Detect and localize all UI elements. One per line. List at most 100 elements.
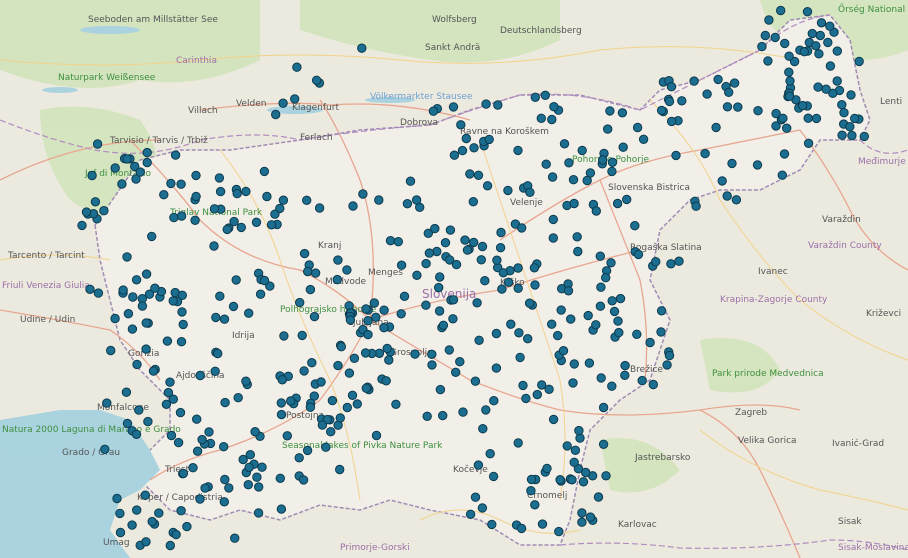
location-marker[interactable]	[176, 211, 187, 221]
location-marker[interactable]	[612, 198, 623, 209]
location-marker[interactable]	[132, 359, 142, 370]
location-marker[interactable]	[428, 106, 439, 116]
location-marker[interactable]	[232, 188, 242, 199]
location-marker[interactable]	[847, 130, 857, 141]
location-marker[interactable]	[832, 46, 842, 56]
location-marker[interactable]	[664, 96, 675, 107]
location-marker[interactable]	[309, 311, 320, 322]
location-marker[interactable]	[276, 409, 287, 420]
location-marker[interactable]	[215, 186, 226, 197]
location-marker[interactable]	[601, 471, 611, 481]
location-marker[interactable]	[711, 122, 721, 133]
location-marker[interactable]	[677, 96, 687, 106]
location-marker[interactable]	[135, 167, 146, 177]
location-marker[interactable]	[209, 204, 220, 214]
location-marker[interactable]	[277, 375, 287, 385]
location-marker[interactable]	[784, 91, 795, 101]
location-marker[interactable]	[784, 67, 794, 77]
location-marker[interactable]	[243, 480, 254, 490]
location-marker[interactable]	[374, 195, 384, 205]
location-marker[interactable]	[485, 449, 495, 459]
location-marker[interactable]	[480, 276, 490, 286]
location-marker[interactable]	[815, 30, 825, 41]
location-marker[interactable]	[171, 529, 181, 540]
location-marker[interactable]	[651, 257, 661, 267]
location-marker[interactable]	[493, 100, 503, 110]
location-marker[interactable]	[292, 62, 302, 72]
location-marker[interactable]	[779, 149, 790, 159]
location-marker[interactable]	[462, 245, 473, 255]
location-marker[interactable]	[257, 462, 267, 472]
location-marker[interactable]	[541, 159, 551, 169]
location-marker[interactable]	[664, 350, 675, 361]
location-marker[interactable]	[622, 194, 632, 205]
location-marker[interactable]	[106, 345, 116, 356]
location-marker[interactable]	[549, 102, 559, 112]
location-marker[interactable]	[470, 376, 481, 386]
location-marker[interactable]	[427, 349, 437, 359]
location-marker[interactable]	[780, 38, 790, 49]
location-marker[interactable]	[666, 259, 676, 269]
location-marker[interactable]	[241, 186, 251, 197]
location-marker[interactable]	[275, 473, 285, 483]
location-marker[interactable]	[477, 241, 488, 252]
location-marker[interactable]	[438, 320, 449, 330]
location-marker[interactable]	[562, 441, 572, 451]
location-marker[interactable]	[142, 147, 152, 158]
location-marker[interactable]	[131, 275, 142, 285]
location-marker[interactable]	[559, 139, 570, 149]
location-marker[interactable]	[241, 376, 251, 386]
location-marker[interactable]	[244, 308, 254, 318]
location-marker[interactable]	[461, 133, 471, 144]
location-marker[interactable]	[435, 272, 445, 282]
location-marker[interactable]	[691, 201, 701, 211]
location-marker[interactable]	[219, 314, 230, 324]
location-marker[interactable]	[548, 414, 559, 425]
location-marker[interactable]	[448, 102, 459, 112]
location-marker[interactable]	[854, 56, 864, 67]
location-marker[interactable]	[581, 467, 591, 478]
location-marker[interactable]	[577, 145, 587, 156]
location-marker[interactable]	[727, 158, 737, 169]
location-marker[interactable]	[384, 355, 394, 365]
location-marker[interactable]	[513, 438, 523, 448]
location-marker[interactable]	[344, 368, 355, 378]
location-marker[interactable]	[607, 381, 617, 391]
location-marker[interactable]	[700, 148, 710, 159]
location-marker[interactable]	[132, 505, 142, 515]
location-marker[interactable]	[473, 460, 484, 470]
location-marker[interactable]	[776, 5, 786, 16]
location-marker[interactable]	[166, 178, 176, 189]
location-marker[interactable]	[357, 43, 367, 53]
location-marker[interactable]	[327, 395, 338, 406]
location-marker[interactable]	[307, 358, 317, 368]
location-marker[interactable]	[448, 295, 459, 305]
location-marker[interactable]	[825, 21, 835, 31]
location-marker[interactable]	[276, 504, 287, 514]
location-marker[interactable]	[295, 297, 305, 308]
location-marker[interactable]	[570, 445, 581, 455]
location-marker[interactable]	[162, 336, 173, 346]
location-marker[interactable]	[556, 305, 566, 315]
location-marker[interactable]	[92, 139, 103, 149]
location-marker[interactable]	[598, 155, 608, 165]
location-marker[interactable]	[567, 475, 577, 485]
location-marker[interactable]	[524, 298, 535, 308]
location-marker[interactable]	[566, 314, 576, 324]
location-marker[interactable]	[440, 238, 451, 248]
location-marker[interactable]	[252, 472, 262, 482]
location-marker[interactable]	[278, 195, 289, 205]
location-marker[interactable]	[141, 344, 151, 354]
location-marker[interactable]	[305, 402, 316, 412]
location-marker[interactable]	[123, 309, 134, 319]
location-marker[interactable]	[177, 290, 188, 300]
location-marker[interactable]	[472, 298, 482, 308]
location-marker[interactable]	[427, 360, 437, 370]
location-marker[interactable]	[299, 366, 309, 376]
location-marker[interactable]	[166, 430, 177, 441]
location-marker[interactable]	[536, 113, 546, 124]
location-marker[interactable]	[224, 483, 234, 493]
location-marker[interactable]	[671, 150, 681, 161]
location-marker[interactable]	[491, 328, 502, 339]
location-marker[interactable]	[87, 170, 97, 181]
